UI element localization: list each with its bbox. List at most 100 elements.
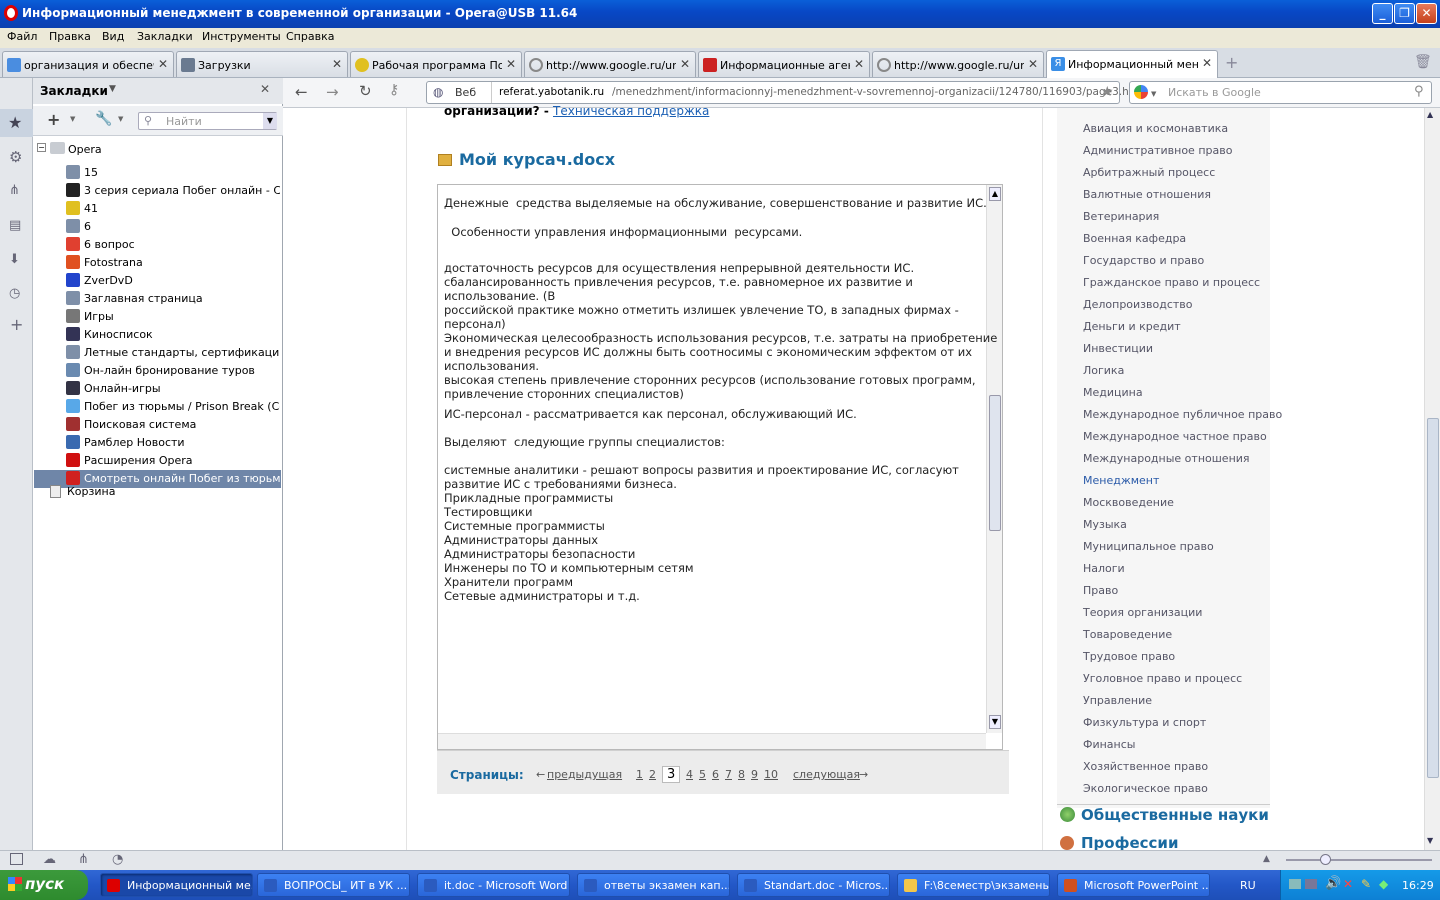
category-link[interactable]: Хозяйственное право <box>1083 760 1208 773</box>
taskbar-task[interactable]: ВОПРОСЫ_ ИТ в УК ... <box>257 873 410 897</box>
bookmark-item[interactable]: Расширения Opera <box>84 454 280 467</box>
close-panel-icon[interactable]: ✕ <box>260 82 270 96</box>
next-page-link[interactable]: следующая <box>793 768 860 781</box>
bookmark-item[interactable]: Игры <box>84 310 280 323</box>
collapse-icon[interactable]: − <box>37 143 46 152</box>
tab-1[interactable]: организация и обеспеч... ✕ <box>2 51 174 77</box>
bookmark-item[interactable]: Онлайн-игры <box>84 382 280 395</box>
taskbar-task[interactable]: Standart.doc - Micros... <box>737 873 890 897</box>
category-link[interactable]: Логика <box>1083 364 1124 377</box>
category-link[interactable]: Авиация и космонавтика <box>1083 122 1228 135</box>
scroll-down-icon[interactable]: ▼ <box>989 715 1001 729</box>
page-link[interactable]: 8 <box>738 768 745 781</box>
category-link[interactable]: Трудовое право <box>1083 650 1175 663</box>
bookmark-item[interactable]: Рамблер Новости <box>84 436 280 449</box>
scroll-down-icon[interactable]: ▼ <box>1427 836 1433 845</box>
tab-5[interactable]: Информационные аген... ✕ <box>698 51 870 77</box>
chevron-down-icon[interactable]: ▼ <box>70 115 75 123</box>
menu-tools[interactable]: Инструменты <box>202 30 281 43</box>
prev-page-link[interactable]: предыдущая <box>547 768 622 781</box>
menu-help[interactable]: Справка <box>286 30 334 43</box>
start-button[interactable]: пуск <box>0 870 88 900</box>
minimize-button[interactable]: _ <box>1372 3 1393 24</box>
bookmark-item[interactable]: Смотреть онлайн Побег из тюрьмы ... <box>84 472 280 485</box>
zoom-slider[interactable] <box>1286 854 1432 865</box>
bookmark-trash[interactable]: Корзина <box>67 485 115 498</box>
bookmarks-panel-title[interactable]: Закладки <box>40 84 108 98</box>
display-icon[interactable] <box>1305 879 1317 889</box>
bookmark-item[interactable]: Летные стандарты, сертификация ... <box>84 346 280 359</box>
chevron-down-icon[interactable]: ▼ <box>109 84 116 94</box>
bookmark-item[interactable]: 6 вопрос <box>84 238 280 251</box>
category-link[interactable]: Деньги и кредит <box>1083 320 1181 333</box>
tab-3[interactable]: Рабочая программа По ... ✕ <box>350 51 522 77</box>
bookmark-item[interactable]: Киносписок <box>84 328 280 341</box>
chevron-down-icon[interactable]: ▼ <box>118 115 123 123</box>
new-tab-icon[interactable]: + <box>1225 53 1238 72</box>
zoom-slider-handle[interactable] <box>1320 854 1331 865</box>
category-link[interactable]: Военная кафедра <box>1083 232 1186 245</box>
category-link[interactable]: Валютные отношения <box>1083 188 1211 201</box>
doc-horizontal-scrollbar[interactable] <box>438 733 986 749</box>
support-link[interactable]: Техническая поддержка <box>553 104 709 118</box>
bookmark-item[interactable]: Побег из тюрьмы / Prison Break (Сез... <box>84 400 280 413</box>
category-link[interactable]: Делопроизводство <box>1083 298 1193 311</box>
panel-toggle-icon[interactable] <box>10 853 23 865</box>
category-link[interactable]: Налоги <box>1083 562 1125 575</box>
history-icon[interactable]: ◷ <box>9 286 20 301</box>
close-button[interactable]: ✕ <box>1416 3 1437 24</box>
category-link[interactable]: Теория организации <box>1083 606 1202 619</box>
category-link[interactable]: Москвоведение <box>1083 496 1174 509</box>
tab-close-icon[interactable]: ✕ <box>1202 56 1212 70</box>
page-link[interactable]: 6 <box>712 768 719 781</box>
category-link[interactable]: Арбитражный процесс <box>1083 166 1215 179</box>
google-icon[interactable] <box>1134 85 1148 99</box>
forward-icon[interactable]: → <box>326 83 339 101</box>
unite-icon[interactable]: ⋔ <box>78 852 89 867</box>
menu-file[interactable]: Файл <box>7 30 37 43</box>
taskbar-task[interactable]: it.doc - Microsoft Word <box>417 873 570 897</box>
bookmark-item[interactable]: Заглавная страница <box>84 292 280 305</box>
category-link[interactable]: Муниципальное право <box>1083 540 1214 553</box>
back-icon[interactable]: ← <box>295 83 308 101</box>
section-heading-social[interactable]: Общественные науки <box>1081 806 1269 824</box>
cloud-icon[interactable]: ☁ <box>43 852 56 867</box>
category-link[interactable]: Физкультура и спорт <box>1083 716 1206 729</box>
bookmark-star-icon[interactable]: ★ <box>1101 84 1114 100</box>
bookmark-search-input[interactable]: ⚲ Найти ▼ <box>138 112 277 130</box>
menu-bookmarks[interactable]: Закладки <box>137 30 193 43</box>
trash-icon[interactable]: 🗑 <box>1414 54 1432 70</box>
reload-icon[interactable]: ↻ <box>359 82 372 100</box>
bookmark-item[interactable]: Fotostrana <box>84 256 280 269</box>
share-icon[interactable]: ⋔ <box>9 183 20 198</box>
category-link[interactable]: Управление <box>1083 694 1152 707</box>
taskbar-task[interactable]: Microsoft PowerPoint ... <box>1057 873 1210 897</box>
category-link[interactable]: Финансы <box>1083 738 1135 751</box>
page-link[interactable]: 1 <box>636 768 643 781</box>
page-scrollbar[interactable]: ▲ ▼ <box>1424 108 1440 850</box>
search-field[interactable]: ▼ Искать в Google ⚲ <box>1129 81 1432 104</box>
scroll-up-icon[interactable]: ▲ <box>989 187 1001 201</box>
notes-icon[interactable]: ▤ <box>9 218 21 233</box>
bookmark-item[interactable]: 41 <box>84 202 280 215</box>
page-link[interactable]: 4 <box>686 768 693 781</box>
page-link[interactable]: 9 <box>751 768 758 781</box>
taskbar-task[interactable]: ответы экзамен кап... <box>577 873 730 897</box>
taskbar-task[interactable]: Информационный ме... <box>100 873 253 897</box>
warning-icon[interactable]: ✕ <box>1343 877 1353 891</box>
tab-close-icon[interactable]: ✕ <box>1028 57 1038 71</box>
page-link[interactable]: 2 <box>649 768 656 781</box>
page-link[interactable]: 7 <box>725 768 732 781</box>
nvidia-icon[interactable]: ◆ <box>1379 877 1388 891</box>
bookmark-item[interactable]: Он-лайн бронирование туров <box>84 364 280 377</box>
category-link[interactable]: Гражданское право и процесс <box>1083 276 1260 289</box>
network-icon[interactable] <box>1289 879 1301 889</box>
downloads-icon[interactable]: ⬇ <box>9 252 20 267</box>
category-link[interactable]: Инвестиции <box>1083 342 1153 355</box>
chevron-down-icon[interactable]: ▼ <box>263 113 277 129</box>
tab-close-icon[interactable]: ✕ <box>854 57 864 71</box>
turbo-icon[interactable]: ◔ <box>112 852 123 867</box>
add-panel-icon[interactable]: + <box>10 315 23 334</box>
bookmark-item[interactable]: ZverDvD <box>84 274 280 287</box>
tab-close-icon[interactable]: ✕ <box>332 57 342 71</box>
